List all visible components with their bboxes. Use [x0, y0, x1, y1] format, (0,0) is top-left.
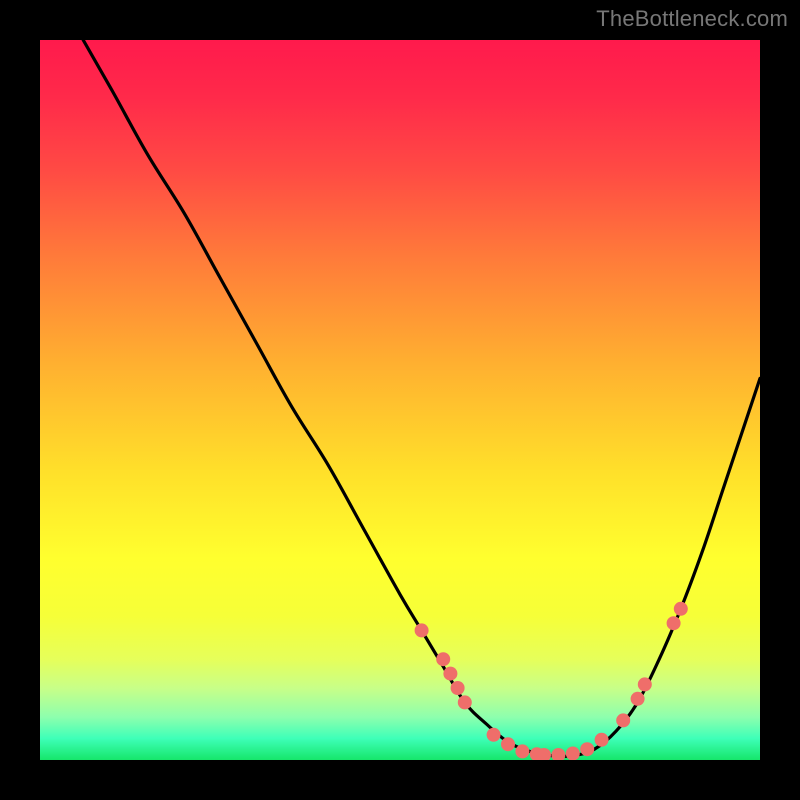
highlight-dot	[436, 652, 450, 666]
plot-area	[40, 40, 760, 760]
highlight-dot	[501, 737, 515, 751]
highlight-dot	[443, 667, 457, 681]
curve-svg	[40, 40, 760, 760]
highlight-dot	[595, 733, 609, 747]
highlight-dot	[487, 728, 501, 742]
highlight-dot	[551, 748, 565, 760]
bottleneck-curve	[83, 40, 760, 756]
highlight-dot	[667, 616, 681, 630]
highlight-dot	[638, 677, 652, 691]
watermark-text: TheBottleneck.com	[596, 6, 788, 32]
highlight-dot	[674, 602, 688, 616]
highlight-dot	[458, 695, 472, 709]
highlight-dot	[566, 747, 580, 761]
highlight-dots	[415, 602, 688, 760]
highlight-dot	[515, 744, 529, 758]
highlight-dot	[580, 742, 594, 756]
highlight-dot	[616, 713, 630, 727]
highlight-dot	[631, 692, 645, 706]
highlight-dot	[451, 681, 465, 695]
highlight-dot	[415, 623, 429, 637]
chart-frame: TheBottleneck.com	[0, 0, 800, 800]
